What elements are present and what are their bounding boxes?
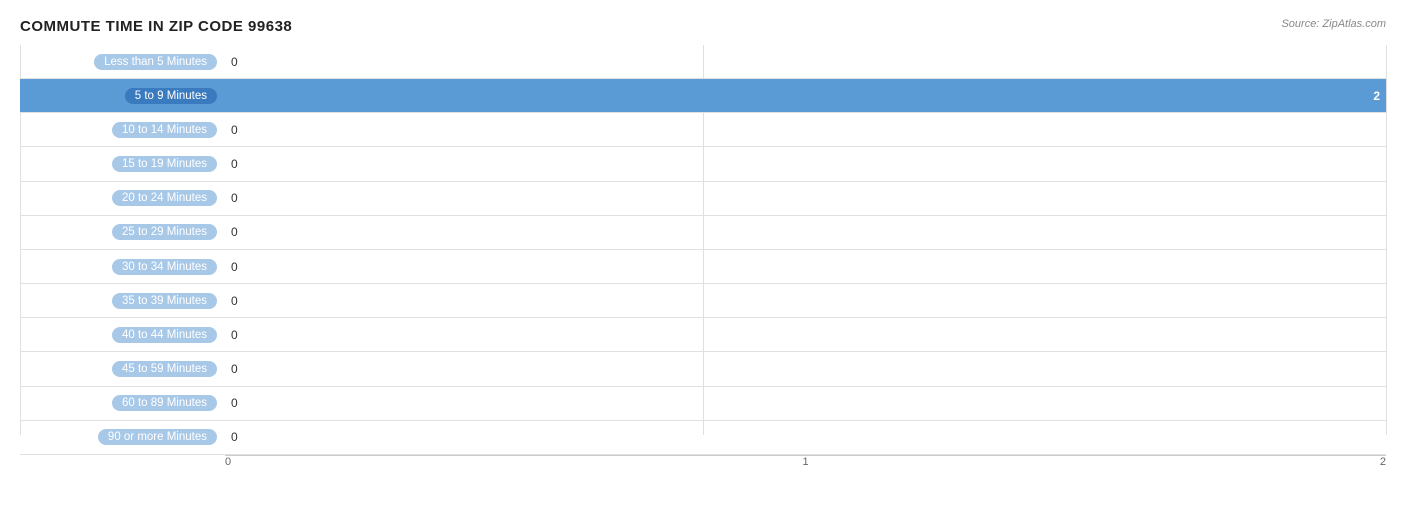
bar-track: 0 (225, 216, 1386, 249)
bar-value: 0 (231, 55, 238, 69)
bar-label-pill: 45 to 59 Minutes (112, 361, 217, 377)
bar-row: 5 to 9 Minutes 2 (20, 79, 1386, 113)
bar-label-pill: 90 or more Minutes (98, 429, 217, 445)
bar-row: 45 to 59 Minutes 0 (20, 352, 1386, 386)
bar-track: 2 (225, 79, 1386, 112)
chart-container: COMMUTE TIME IN ZIP CODE 99638 Source: Z… (0, 0, 1406, 524)
bar-track: 0 (225, 147, 1386, 180)
bar-fill (225, 79, 1386, 112)
bar-label-pill: 15 to 19 Minutes (112, 156, 217, 172)
bar-label-pill: 25 to 29 Minutes (112, 224, 217, 240)
bar-value: 0 (231, 328, 238, 342)
bar-row: 15 to 19 Minutes 0 (20, 147, 1386, 181)
x-axis: 0 1 2 (225, 455, 1386, 475)
bar-label-pill: 60 to 89 Minutes (112, 395, 217, 411)
bar-track: 0 (225, 284, 1386, 317)
grid-line (1386, 45, 1387, 435)
x-axis-tick: 2 (1380, 456, 1386, 468)
bar-row: 20 to 24 Minutes 0 (20, 182, 1386, 216)
bar-value: 0 (231, 260, 238, 274)
bar-row: 35 to 39 Minutes 0 (20, 284, 1386, 318)
bar-value: 0 (231, 362, 238, 376)
bar-row: 40 to 44 Minutes 0 (20, 318, 1386, 352)
bar-label-pill: 20 to 24 Minutes (112, 190, 217, 206)
bar-row: 30 to 34 Minutes 0 (20, 250, 1386, 284)
bar-track: 0 (225, 45, 1386, 78)
bar-value: 0 (231, 396, 238, 410)
bar-label-pill: 35 to 39 Minutes (112, 293, 217, 309)
chart-area: Less than 5 Minutes 0 5 to 9 Minutes 2 10 to… (20, 45, 1386, 475)
bar-label-pill: 10 to 14 Minutes (112, 122, 217, 138)
bar-value: 2 (1373, 89, 1380, 103)
bar-value: 0 (231, 123, 238, 137)
bar-label-pill: 40 to 44 Minutes (112, 327, 217, 343)
bar-row: 60 to 89 Minutes 0 (20, 387, 1386, 421)
bar-track: 0 (225, 352, 1386, 385)
bar-track: 0 (225, 113, 1386, 146)
bar-row: 90 or more Minutes 0 (20, 421, 1386, 455)
chart-header: COMMUTE TIME IN ZIP CODE 99638 Source: Z… (20, 18, 1386, 35)
bar-track: 0 (225, 250, 1386, 283)
bar-value: 0 (231, 225, 238, 239)
bar-label-pill: Less than 5 Minutes (94, 54, 217, 70)
x-axis-tick: 0 (225, 456, 231, 468)
bar-row: 25 to 29 Minutes 0 (20, 216, 1386, 250)
chart-title: COMMUTE TIME IN ZIP CODE 99638 (20, 18, 292, 35)
bar-value: 0 (231, 191, 238, 205)
chart-source: Source: ZipAtlas.com (1281, 18, 1386, 30)
bar-track: 0 (225, 421, 1386, 454)
bars-section: Less than 5 Minutes 0 5 to 9 Minutes 2 10 to… (20, 45, 1386, 455)
bar-track: 0 (225, 387, 1386, 420)
bar-track: 0 (225, 182, 1386, 215)
bar-label-pill: 5 to 9 Minutes (125, 88, 217, 104)
bar-label-pill: 30 to 34 Minutes (112, 259, 217, 275)
bar-value: 0 (231, 430, 238, 444)
bar-track: 0 (225, 318, 1386, 351)
x-axis-tick: 1 (802, 456, 808, 468)
bar-row: Less than 5 Minutes 0 (20, 45, 1386, 79)
bar-row: 10 to 14 Minutes 0 (20, 113, 1386, 147)
bar-value: 0 (231, 157, 238, 171)
bar-value: 0 (231, 294, 238, 308)
